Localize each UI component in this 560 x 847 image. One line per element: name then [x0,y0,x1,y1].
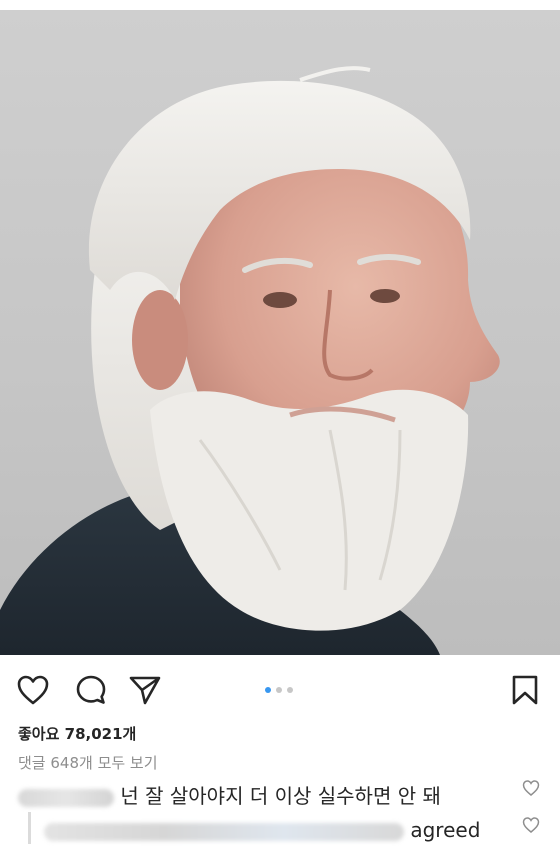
speech-bubble-icon [76,675,106,704]
heart-outline-icon [17,675,49,705]
carousel-indicator [265,687,293,693]
carousel-dot-active [265,687,271,693]
carousel-dot [276,687,282,693]
comment-button[interactable] [74,673,108,707]
comment-item: 넌 잘 살아야지 더 이상 실수하면 안 돼 [18,780,441,809]
save-button[interactable] [508,673,542,707]
share-button[interactable] [128,673,162,707]
carousel-dot [287,687,293,693]
bookmark-icon [512,675,538,705]
reply-like-icon[interactable] [522,816,540,834]
post-image[interactable] [0,10,560,655]
likes-number: 78,021개 [64,725,137,743]
likes-label: 좋아요 [18,725,60,743]
reply-thread-line [28,812,31,844]
paper-plane-icon [129,676,161,705]
blurred-username[interactable] [18,788,114,807]
top-strip [0,0,560,10]
comment-text: 넌 잘 살아야지 더 이상 실수하면 안 돼 [120,784,441,808]
blurred-reply-content [44,822,404,841]
comment-like-icon[interactable] [522,779,540,797]
like-button[interactable] [16,673,50,707]
action-bar [0,655,560,715]
view-all-comments-link[interactable]: 댓글 648개 모두 보기 [18,752,158,773]
portrait-illustration [0,66,500,655]
like-count[interactable]: 좋아요 78,021개 [18,723,136,744]
reply-item: agreed [44,818,480,842]
reply-text: agreed [410,818,481,842]
